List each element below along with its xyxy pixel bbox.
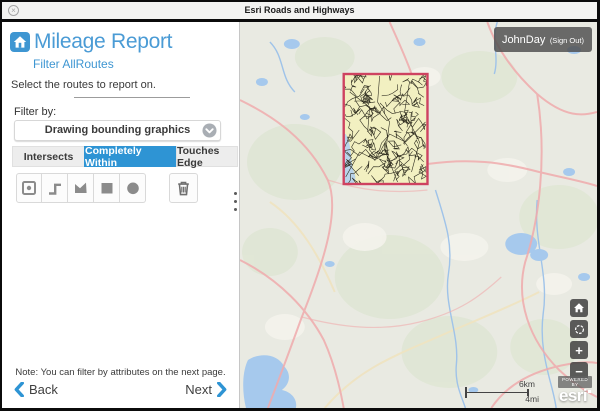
sign-out-button[interactable]: JohnDay (Sign Out) bbox=[494, 27, 592, 52]
spatial-filter-tabs: Intersects Completely Within Touches Edg… bbox=[12, 146, 238, 167]
rectangle-icon bbox=[99, 180, 115, 196]
draw-rectangle-button[interactable] bbox=[94, 173, 120, 203]
tab-touches-edge[interactable]: Touches Edge bbox=[176, 146, 238, 167]
back-button[interactable]: Back bbox=[14, 382, 58, 397]
locate-icon bbox=[573, 323, 586, 336]
window-titlebar: × Esri Roads and Highways bbox=[2, 2, 597, 19]
filter-by-label: Filter by: bbox=[14, 106, 56, 118]
circle-icon bbox=[125, 180, 141, 196]
clear-graphics-button[interactable] bbox=[169, 173, 198, 203]
esri-logo: POWERED BY esri bbox=[555, 376, 595, 406]
draw-polyline-button[interactable] bbox=[42, 173, 68, 203]
dropdown-selected-value: Drawing bounding graphics bbox=[15, 121, 220, 140]
draw-tools-group bbox=[16, 173, 146, 203]
next-button[interactable]: Next bbox=[185, 382, 227, 397]
basemap bbox=[240, 22, 597, 408]
map-controls: + − bbox=[570, 299, 588, 380]
trash-icon bbox=[175, 179, 192, 197]
next-label: Next bbox=[185, 382, 212, 397]
polygon-icon bbox=[73, 180, 89, 196]
user-name: JohnDay bbox=[502, 34, 545, 46]
locate-button[interactable] bbox=[570, 320, 588, 338]
chevron-down-icon bbox=[202, 123, 217, 138]
filter-allroutes-link[interactable]: Filter AllRoutes bbox=[33, 57, 114, 71]
mileage-report-panel: Mileage Report Filter AllRoutes Select t… bbox=[2, 22, 239, 408]
scale-km-label: 6km bbox=[519, 379, 535, 389]
zoom-in-button[interactable]: + bbox=[570, 341, 588, 359]
note-text: Note: You can filter by attributes on th… bbox=[2, 367, 239, 378]
separator-line bbox=[74, 97, 190, 98]
draw-polygon-button[interactable] bbox=[68, 173, 94, 203]
map-view[interactable]: JohnDay (Sign Out) + − 6km 4mi bbox=[240, 22, 597, 408]
home-extent-icon bbox=[573, 302, 585, 314]
panel-header: Mileage Report bbox=[10, 30, 172, 54]
point-icon bbox=[21, 180, 37, 196]
home-icon bbox=[10, 32, 30, 52]
draw-point-button[interactable] bbox=[16, 173, 42, 203]
window-content: Mileage Report Filter AllRoutes Select t… bbox=[2, 22, 597, 408]
description-text: Select the routes to report on. bbox=[11, 79, 156, 91]
back-label: Back bbox=[29, 382, 58, 397]
window-title: Esri Roads and Highways bbox=[2, 2, 597, 19]
scale-mi-label: 4mi bbox=[525, 394, 539, 404]
tab-completely-within[interactable]: Completely Within bbox=[84, 146, 176, 167]
chevron-left-icon bbox=[14, 382, 24, 397]
sign-out-label: (Sign Out) bbox=[550, 36, 584, 45]
scale-bar: 6km 4mi bbox=[465, 379, 531, 405]
close-icon[interactable]: × bbox=[8, 5, 19, 16]
filter-method-dropdown[interactable]: Drawing bounding graphics bbox=[14, 120, 221, 141]
tab-intersects[interactable]: Intersects bbox=[12, 146, 84, 167]
panel-resize-handle[interactable] bbox=[234, 192, 237, 211]
home-extent-button[interactable] bbox=[570, 299, 588, 317]
polyline-icon bbox=[47, 180, 63, 196]
page-title: Mileage Report bbox=[34, 30, 172, 54]
draw-circle-button[interactable] bbox=[120, 173, 146, 203]
esri-wordmark: esri bbox=[559, 388, 587, 404]
chevron-right-icon bbox=[217, 382, 227, 397]
